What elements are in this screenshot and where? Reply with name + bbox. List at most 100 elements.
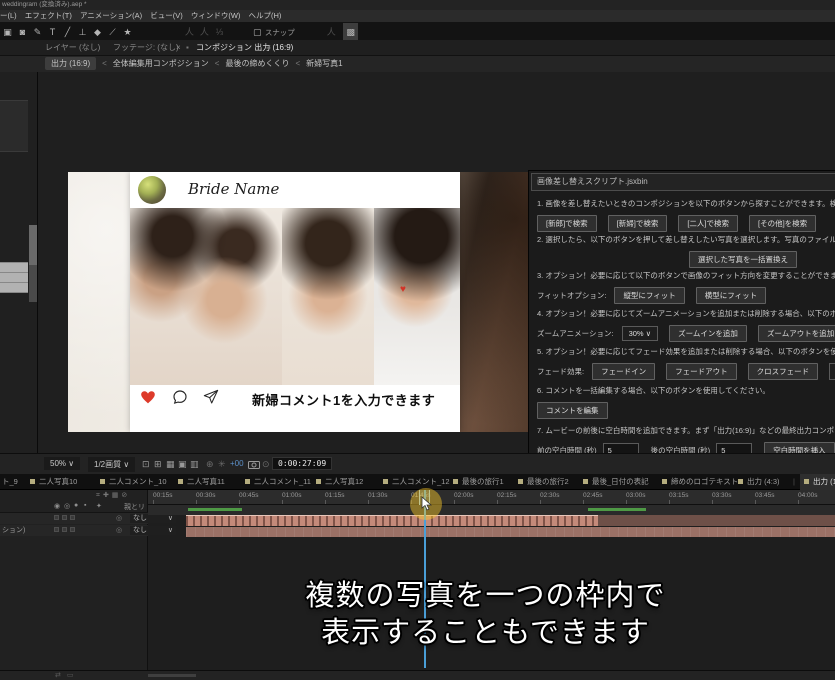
timeline-tab[interactable]: 出力 (4:3) [738, 474, 780, 490]
add-zoom-in-button[interactable]: ズームインを追加 [669, 325, 747, 342]
script-step-7: 7. ムービーの前後に空白時間を追加できます。まず「出力(16:9)」などの最終… [537, 425, 835, 436]
clone-stamp-tool-icon[interactable]: ⊥ [75, 23, 90, 41]
search-buttons-row: [新郎]で検索[新婦]で検索[二人]で検索[その他]を検索 [537, 213, 835, 227]
current-timecode[interactable]: 0:00:27:09 [272, 457, 332, 470]
add-zoom-out-button[interactable]: ズームアウトを追加 [758, 325, 835, 342]
breadcrumb-separator: < [215, 59, 220, 68]
layer-row-1[interactable]: ◎ なし∨ [0, 513, 148, 524]
timeline-tab[interactable]: 二人写真12 [316, 474, 363, 490]
switch-icon[interactable] [62, 527, 67, 532]
gear-icon[interactable]: ✳ [218, 459, 226, 470]
project-panel-rows[interactable] [0, 100, 28, 152]
snapshot-camera-icon[interactable] [248, 460, 260, 469]
script-panel-title[interactable]: 画像差し替えスクリプト.jsxbin [531, 173, 835, 191]
composition-preview: Bride Name ♥ 新婦コメント1を入力できます [68, 172, 535, 432]
panel-menu-icon[interactable]: ≡ [266, 40, 271, 56]
edit-comments-button[interactable]: コメントを編集 [537, 402, 608, 419]
search-couple-button[interactable]: [二人]で検索 [678, 215, 738, 232]
timeline-tab[interactable]: ト_9 [2, 474, 18, 490]
eye-switch-icon[interactable] [54, 527, 59, 532]
replace-photos-button[interactable]: 選択した写真を一括置換え [689, 251, 797, 268]
roto-brush-tool-icon[interactable]: ⟋ [105, 23, 120, 41]
exposure-value[interactable]: +00 [230, 459, 244, 468]
pen-tool-icon[interactable]: ✎ [30, 23, 45, 41]
layer-bar-2[interactable] [186, 527, 835, 537]
pin-icon[interactable]: ⊕ [206, 459, 214, 470]
shape-tool-icon[interactable]: ◙ [15, 23, 30, 41]
layer-bar-1[interactable] [186, 515, 598, 526]
menu-item-layer-partial[interactable]: ー(L) [0, 11, 17, 20]
grid-guides-icon[interactable]: ⊡ [142, 459, 150, 470]
type-tool-icon[interactable]: T [45, 23, 60, 41]
parent-link-dropdown[interactable]: なし∨ [130, 514, 176, 523]
parent-pickwhip-icon[interactable]: ◎ [116, 513, 122, 524]
resolution-dropdown[interactable]: 1/2画質 ∨ [88, 457, 135, 472]
zoom-percent-dropdown[interactable]: 30% ∨ [622, 326, 659, 341]
fade-seconds-dropdown[interactable]: 1秒 ∨ [829, 363, 835, 380]
fit-portrait-button[interactable]: 縦型にフィット [614, 287, 684, 304]
timeline-tab[interactable]: 二人写真11 [178, 474, 225, 490]
region-of-interest-icon[interactable]: ▦ [166, 459, 175, 470]
work-area-bar[interactable] [148, 505, 835, 515]
menu-item-effect[interactable]: エフェクト(T) [25, 11, 72, 20]
project-panel-scrollbar-thumb[interactable] [29, 225, 37, 265]
timeline-tab-active[interactable]: 出力 (16:9) [800, 474, 835, 490]
timeline-tab[interactable]: 最後の旅行1 [453, 474, 504, 490]
fade-in-button[interactable]: フェードイン [592, 363, 655, 380]
workspace-grid-icon[interactable]: ▩ [343, 23, 358, 41]
close-icon[interactable]: × [176, 40, 181, 56]
timeline-tab[interactable]: 二人コメント_12 [383, 474, 450, 490]
puppet-pin-tool-icon[interactable]: ★ [120, 23, 135, 41]
switch-icon[interactable] [70, 527, 75, 532]
menu-item-animation[interactable]: アニメーション(A) [80, 11, 142, 20]
timeline-ruler[interactable]: 00:15s 00:30s 00:45s 01:00s 01:15s 01:30… [148, 490, 835, 505]
breadcrumb-main-comp[interactable]: 全体編集用コンポジション [113, 59, 209, 68]
snap-label[interactable]: スナップ [265, 28, 295, 37]
search-groom-button[interactable]: [新郎]で検索 [537, 215, 597, 232]
mask-toggle-icon[interactable]: ⊞ [154, 459, 162, 470]
fade-out-button[interactable]: フェードアウト [666, 363, 737, 380]
breadcrumb-output[interactable]: 出力 (16:9) [45, 57, 96, 70]
timeline-tab[interactable]: 二人コメント_10 [100, 474, 167, 490]
show-snapshot-icon[interactable]: ⊙ [262, 459, 270, 470]
tab-layer[interactable]: レイヤー (なし) [45, 40, 100, 56]
timeline-view-icons[interactable]: ⌗✚▦⊘ [96, 491, 130, 500]
fit-landscape-button[interactable]: 横型にフィット [696, 287, 766, 304]
menu-item-help[interactable]: ヘルプ(H) [249, 11, 282, 20]
timeline-tab[interactable]: 二人写真10 [30, 474, 77, 490]
timeline-tab[interactable]: 最後_日付の表記 [583, 474, 649, 490]
snap-checkbox-icon[interactable]: ▢ [250, 23, 265, 41]
cross-fade-button[interactable]: クロスフェード [748, 363, 819, 380]
search-others-button[interactable]: [その他]を検索 [749, 215, 816, 232]
parent-link-dropdown[interactable]: なし∨ [130, 526, 176, 535]
transparency-grid-icon[interactable]: ▣ [178, 459, 187, 470]
menu-item-window[interactable]: ウィンドウ(W) [191, 11, 241, 20]
switches-column-icon: ✦ [96, 502, 102, 510]
eye-column-icon: ◉ [54, 502, 60, 510]
label-chip-icon [383, 479, 388, 484]
switch-icon[interactable] [62, 515, 67, 520]
project-panel-selected-rows[interactable] [0, 262, 28, 293]
ruler-label: 02:30s [540, 492, 560, 499]
breadcrumb-last-scene[interactable]: 最後の締めくくり [225, 59, 289, 68]
channel-icon[interactable]: ▥ [190, 459, 199, 470]
breadcrumb-bride-photo[interactable]: 新婦写真1 [306, 59, 342, 68]
search-bride-button[interactable]: [新婦]で検索 [608, 215, 668, 232]
parent-pickwhip-icon[interactable]: ◎ [116, 525, 122, 536]
rectangle-tool-icon[interactable]: ▣ [0, 23, 15, 41]
switch-icon[interactable] [70, 515, 75, 520]
comment-icon [172, 389, 188, 405]
eye-switch-icon[interactable] [54, 515, 59, 520]
tab-composition[interactable]: コンポジション 出力 (16:9) [196, 40, 297, 57]
timeline-tab[interactable]: 二人コメント_11 [245, 474, 311, 490]
magnification-dropdown[interactable]: 50% ∨ [44, 457, 80, 470]
layer-row-2[interactable]: ション) ◎ なし∨ [0, 525, 148, 536]
eraser-tool-icon[interactable]: ◆ [90, 23, 105, 41]
timeline-tab[interactable]: 最後の旅行2 [518, 474, 569, 490]
ruler-label: 02:45s [583, 492, 603, 499]
tab-footage[interactable]: フッテージ: (なし) [113, 40, 179, 56]
timeline-tab[interactable]: 締めのロゴテキスト [662, 474, 738, 490]
brush-tool-icon[interactable]: ╱ [60, 23, 75, 41]
timeline-horizontal-scrollbar[interactable] [148, 674, 196, 677]
menu-item-view[interactable]: ビュー(V) [150, 11, 183, 20]
